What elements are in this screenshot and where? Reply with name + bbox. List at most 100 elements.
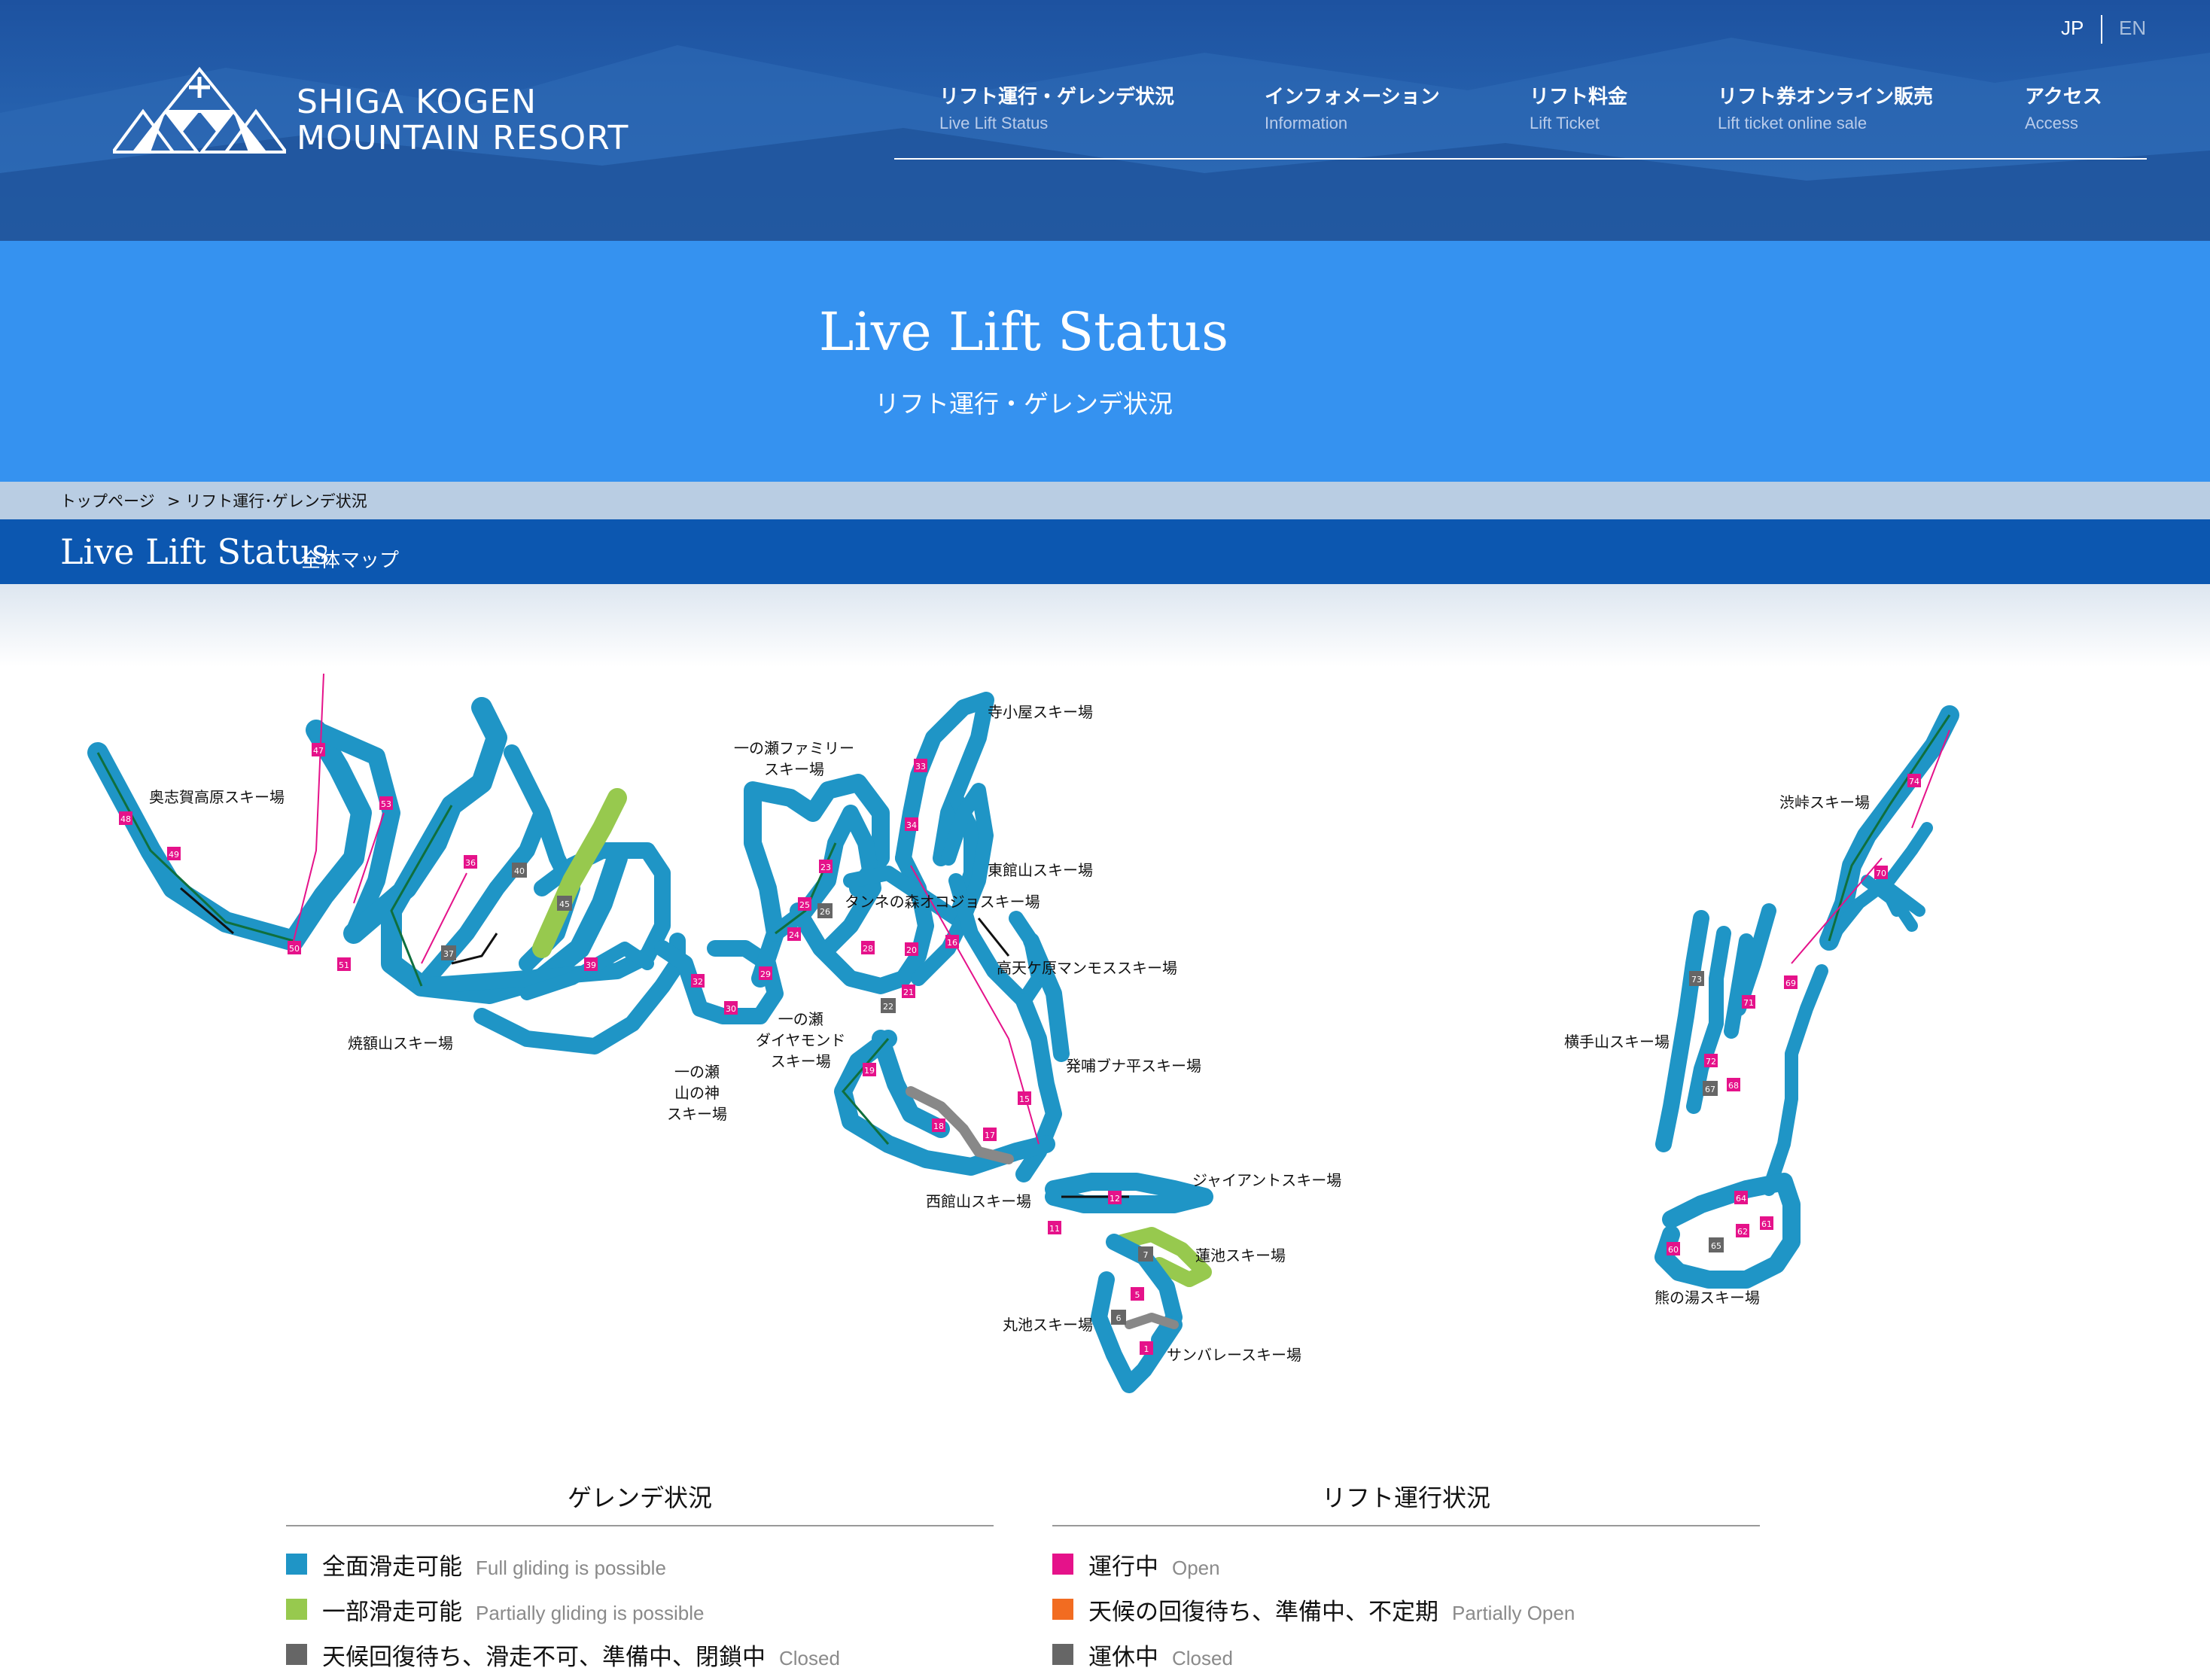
resort-label-okushiga[interactable]: 奥志賀高原スキー場 [149,787,285,808]
lift-65-marker[interactable]: 65 [1709,1237,1724,1252]
lift-71-marker[interactable]: 71 [1742,995,1755,1009]
lift-39-marker[interactable]: 39 [584,957,598,971]
svg-text:39: 39 [586,960,596,970]
resort-label-giant[interactable]: ジャイアントスキー場 [1192,1170,1341,1191]
resort-label-sunvalley[interactable]: サンバレースキー場 [1167,1344,1301,1365]
resort-label-hoppo[interactable]: 発哺ブナ平スキー場 [1066,1055,1201,1076]
nav-information[interactable]: インフォメーション Information [1265,81,1440,133]
lift-19-marker[interactable]: 19 [863,1063,876,1076]
lift-69-marker[interactable]: 69 [1784,975,1798,989]
legend-label-jp: 運休中 [1088,1644,1158,1671]
lift-49-marker[interactable]: 49 [167,847,181,860]
section-title: Live Lift Status [60,531,330,572]
lift-30-marker[interactable]: 30 [724,1001,738,1015]
lift-51-marker[interactable]: 51 [337,957,351,971]
resort-label-hasuike[interactable]: 蓮池スキー場 [1195,1245,1286,1266]
lift-32-marker[interactable]: 32 [691,974,705,988]
lift-62-marker[interactable]: 62 [1736,1224,1749,1237]
svg-text:74: 74 [1909,777,1919,787]
lift-28-marker[interactable]: 28 [861,941,875,954]
svg-text:20: 20 [906,945,917,955]
lift-72-marker[interactable]: 72 [1704,1054,1718,1067]
resort-label-yakebitai[interactable]: 焼額山スキー場 [348,1033,453,1054]
lift-12-marker[interactable]: 12 [1108,1191,1122,1204]
resort-label-shibutoge[interactable]: 渋峠スキー場 [1779,792,1870,813]
breadcrumb-home-link[interactable]: トップページ [60,489,155,512]
svg-text:21: 21 [903,988,914,997]
lift-50-marker[interactable]: 50 [288,941,301,954]
nav-online-sale[interactable]: リフト券オンライン販売 Lift ticket online sale [1718,81,1933,133]
lift-64-marker[interactable]: 64 [1734,1191,1748,1204]
resort-label-ichinose-family[interactable]: 一の瀬ファミリー スキー場 [734,738,854,780]
nav-live-lift-status[interactable]: リフト運行・ゲレンデ状況 Live Lift Status [939,81,1174,133]
lift-5-marker[interactable]: 5 [1131,1287,1144,1301]
full-gliding-swatch [286,1554,307,1575]
giant-slope [1045,1173,1213,1213]
lift-45-marker[interactable]: 45 [557,896,572,911]
svg-text:19: 19 [864,1066,875,1076]
resort-label-kumanoyu[interactable]: 熊の湯スキー場 [1654,1287,1760,1308]
lift-20-marker[interactable]: 20 [905,942,918,956]
lift-15-marker[interactable]: 15 [1018,1091,1031,1105]
resort-label-yamanokami[interactable]: 一の瀬 山の神 スキー場 [667,1061,727,1125]
nav-access[interactable]: アクセス Access [2025,81,2102,133]
lift-24-marker[interactable]: 24 [787,927,801,941]
site-logo[interactable]: SHIGA KOGEN MOUNTAIN RESORT [113,66,685,157]
svg-text:15: 15 [1019,1094,1030,1104]
resort-label-nishidateyama[interactable]: 西館山スキー場 [926,1191,1031,1212]
lang-jp-link[interactable]: JP [2061,17,2084,40]
lift-22-marker[interactable]: 22 [881,998,896,1013]
nav-label-en: Information [1265,114,1348,132]
legend-item-lift-open: 運行中 Open [1052,1540,1760,1585]
resort-label-maruike[interactable]: 丸池スキー場 [1003,1314,1093,1335]
breadcrumb-current: > リフト運行･ゲレンデ状況 [167,492,367,510]
legend-label-en: Closed [1172,1647,1233,1669]
svg-text:45: 45 [559,899,570,909]
lift-25-marker[interactable]: 25 [798,897,811,911]
lang-en-link[interactable]: EN [2119,17,2146,40]
lift-33-marker[interactable]: 33 [914,759,927,772]
nav-lift-ticket[interactable]: リフト料金 Lift Ticket [1530,81,1627,133]
lift-6-marker[interactable]: 6 [1111,1310,1126,1325]
resort-label-yokoteyama[interactable]: 横手山スキー場 [1564,1031,1670,1052]
svg-text:33: 33 [915,762,926,772]
lift-68-marker[interactable]: 68 [1727,1078,1740,1091]
lift-73-marker[interactable]: 73 [1689,971,1704,986]
resort-label-diamond[interactable]: 一の瀬 ダイヤモンド スキー場 [756,1009,845,1072]
legend-item-slope-closed: 天候回復待ち、滑走不可、準備中、閉鎖中 Closed [286,1630,994,1675]
lift-16-marker[interactable]: 16 [945,935,959,948]
svg-text:12: 12 [1110,1194,1120,1204]
lift-67-marker[interactable]: 67 [1703,1081,1718,1096]
lift-34-marker[interactable]: 34 [905,817,918,831]
lift-1-marker[interactable]: 1 [1140,1341,1153,1355]
lift-53-marker[interactable]: 53 [379,796,393,810]
lift-60-marker[interactable]: 60 [1667,1242,1680,1255]
svg-text:65: 65 [1711,1241,1721,1251]
lift-70-marker[interactable]: 70 [1874,866,1888,879]
lift-partial-swatch [1052,1599,1073,1620]
lift-29-marker[interactable]: 29 [759,966,772,980]
lift-status-map: 47 53 48 49 50 51 36 39 32 30 29 33 34 2… [0,662,2210,1415]
resort-label-line: スキー場 [770,1052,831,1070]
lift-11-marker[interactable]: 11 [1048,1221,1061,1234]
lift-74-marker[interactable]: 74 [1907,774,1921,787]
lift-18-marker[interactable]: 18 [932,1118,945,1132]
lift-21-marker[interactable]: 21 [902,985,915,998]
lift-48-marker[interactable]: 48 [119,811,132,825]
lift-47-marker[interactable]: 47 [312,743,325,756]
section-header: Live Lift Status 全体マップ [0,519,2210,584]
lift-40-marker[interactable]: 40 [512,863,527,878]
lift-7-marker[interactable]: 7 [1138,1246,1153,1262]
resort-label-higashidateyama[interactable]: 東館山スキー場 [988,860,1093,881]
resort-label-terakoya[interactable]: 寺小屋スキー場 [988,702,1093,723]
lift-37-marker[interactable]: 37 [441,945,456,960]
page-title: Live Lift Status [818,301,1229,363]
lift-26-marker[interactable]: 26 [817,903,833,918]
lift-36-marker[interactable]: 36 [464,855,477,869]
lift-17-marker[interactable]: 17 [983,1128,997,1141]
lift-23-marker[interactable]: 23 [819,860,833,873]
resort-label-tannenomori[interactable]: タンネの森オコジョスキー場 [845,891,1040,912]
lift-61-marker[interactable]: 61 [1760,1216,1773,1230]
resort-label-takamagahara[interactable]: 高天ケ原マンモススキー場 [997,957,1177,978]
nav-label-jp: リフト運行・ゲレンデ状況 [939,86,1175,108]
